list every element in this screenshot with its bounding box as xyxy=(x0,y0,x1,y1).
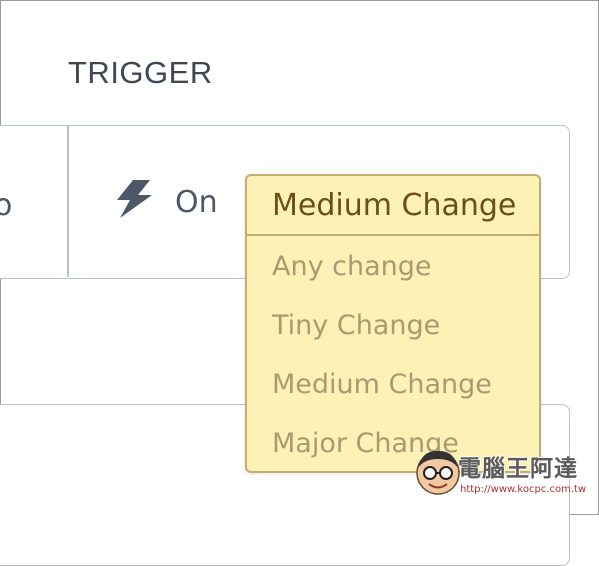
dropdown-selected-value[interactable]: Medium Change xyxy=(247,176,539,236)
cut-off-label: o xyxy=(0,188,13,223)
mascot-face-icon xyxy=(416,450,460,495)
dropdown-option-tiny-change[interactable]: Tiny Change xyxy=(247,295,539,354)
lightning-bolt-icon xyxy=(117,180,152,218)
trigger-on-label: On xyxy=(175,185,218,220)
dropdown-option-any-change[interactable]: Any change xyxy=(247,236,539,295)
section-title: TRIGGER xyxy=(68,55,213,90)
card-divider xyxy=(67,126,69,277)
dropdown-option-medium-change[interactable]: Medium Change xyxy=(247,354,539,413)
watermark: 電腦王阿達 http://www.kocpc.com.tw xyxy=(412,446,590,500)
watermark-url: http://www.kocpc.com.tw xyxy=(460,484,587,495)
change-level-dropdown[interactable]: Medium Change Any change Tiny Change Med… xyxy=(245,174,541,473)
watermark-logo-text: 電腦王阿達 xyxy=(458,456,578,482)
dropdown-options: Any change Tiny Change Medium Change Maj… xyxy=(247,236,539,472)
